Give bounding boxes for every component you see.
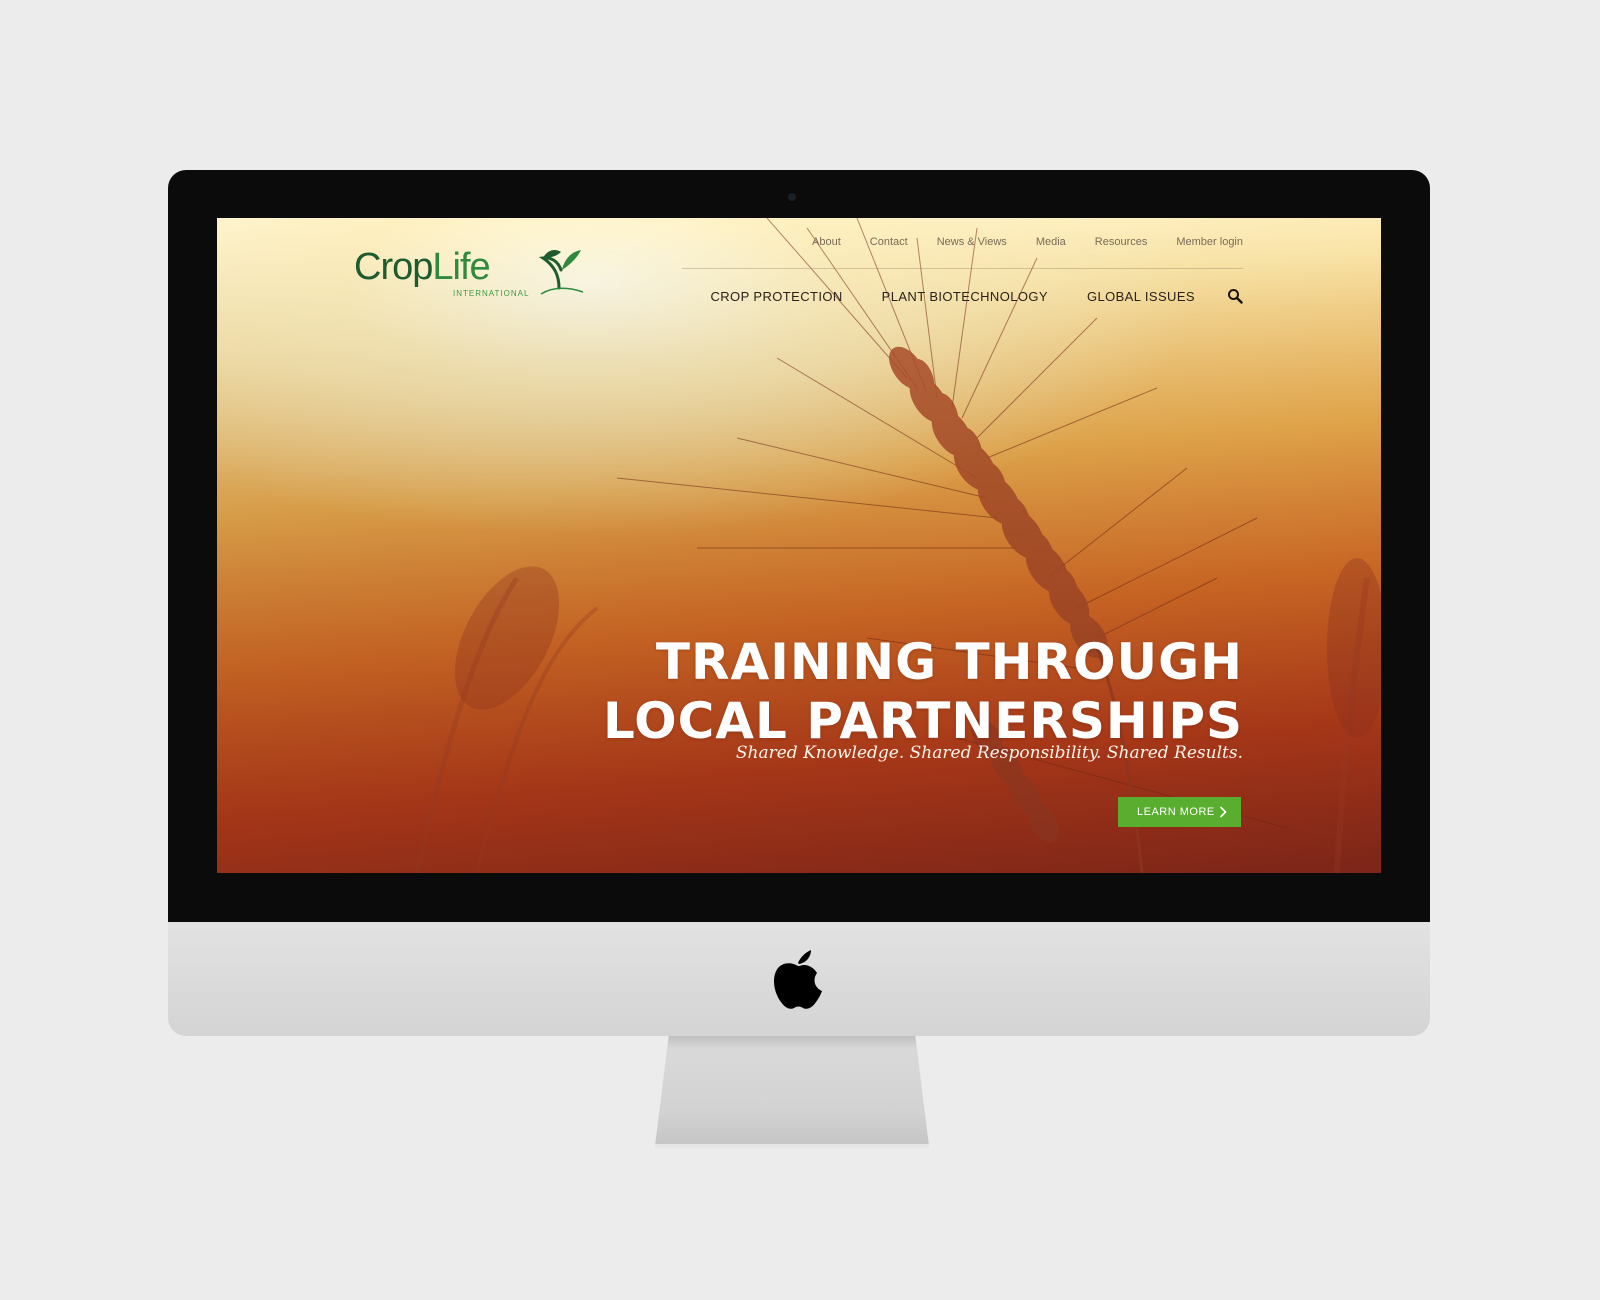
util-nav-media[interactable]: Media xyxy=(1036,236,1066,248)
sprout-logo-icon xyxy=(538,250,584,295)
main-nav: CROP PROTECTION PLANT BIOTECHNOLOGY GLOB… xyxy=(710,288,1243,304)
croplife-logo[interactable]: CropLife INTERNATIONAL xyxy=(354,244,594,304)
wheat-background xyxy=(217,218,1381,873)
camera-dot xyxy=(788,193,796,201)
util-nav-resources[interactable]: Resources xyxy=(1095,236,1148,248)
learn-more-button[interactable]: LEARN MORE xyxy=(1118,797,1241,827)
website-screen: CropLife INTERNATIONAL About Contact New… xyxy=(217,218,1381,873)
logo-wordmark-life: Life xyxy=(432,246,490,288)
hero-subtitle: Shared Knowledge. Shared Responsibility.… xyxy=(735,743,1243,763)
nav-plant-biotechnology[interactable]: PLANT BIOTECHNOLOGY xyxy=(882,289,1048,304)
utility-nav: About Contact News & Views Media Resourc… xyxy=(783,236,1243,248)
nav-crop-protection[interactable]: CROP PROTECTION xyxy=(710,289,842,304)
learn-more-label: LEARN MORE xyxy=(1137,806,1215,818)
monitor-stand xyxy=(655,1036,929,1146)
util-nav-news-views[interactable]: News & Views xyxy=(937,236,1007,248)
logo-wordmark-crop: Crop xyxy=(354,246,433,288)
logo-tagline: INTERNATIONAL xyxy=(453,289,530,298)
chevron-right-icon xyxy=(1219,806,1227,818)
search-icon[interactable] xyxy=(1227,288,1243,304)
apple-logo-icon xyxy=(774,950,822,1009)
nav-global-issues[interactable]: GLOBAL ISSUES xyxy=(1087,289,1195,304)
logo-wordmark: CropLife xyxy=(354,246,491,289)
util-nav-contact[interactable]: Contact xyxy=(870,236,908,248)
monitor-stand-base xyxy=(655,1144,929,1148)
nav-divider xyxy=(682,268,1243,269)
util-nav-about[interactable]: About xyxy=(812,236,841,248)
hero-title-line1: TRAINING THROUGH xyxy=(655,633,1243,691)
mockup-stage: CropLife INTERNATIONAL About Contact New… xyxy=(0,0,1600,1300)
util-nav-member-login[interactable]: Member login xyxy=(1176,236,1243,248)
hero-title: TRAINING THROUGH LOCAL PARTNERSHIPS xyxy=(603,633,1243,751)
